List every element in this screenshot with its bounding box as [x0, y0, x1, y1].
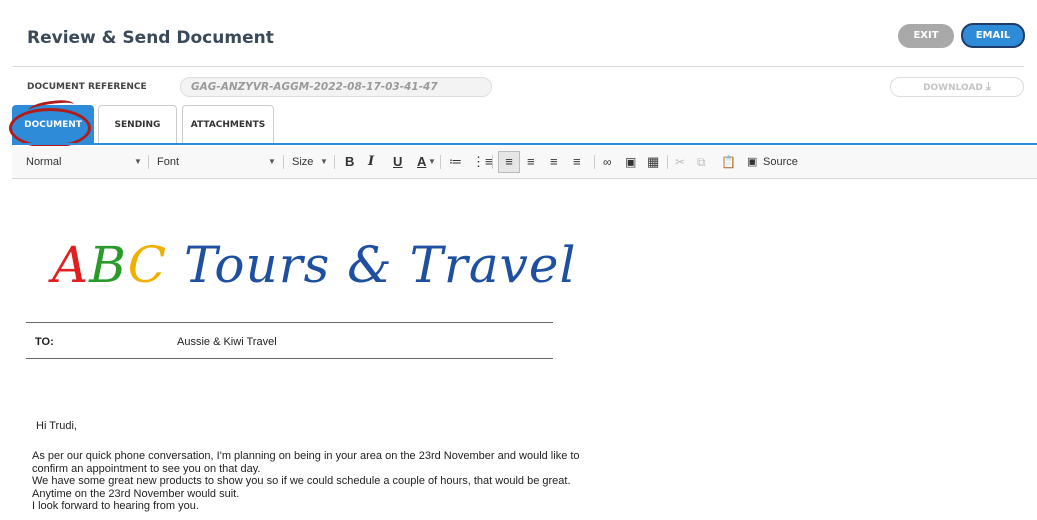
paste-icon[interactable]: 📋 — [721, 146, 736, 178]
email-body[interactable]: As per our quick phone conversation, I'm… — [32, 450, 580, 513]
toolbar-separator — [594, 155, 595, 169]
toolbar-separator — [667, 155, 668, 169]
logo-letter-a: A — [52, 236, 90, 294]
align-justify-icon[interactable]: ≡ — [573, 146, 581, 178]
link-icon[interactable]: ∞ — [603, 146, 612, 178]
body-line: We have some great new products to show … — [32, 475, 571, 487]
toolbar-separator — [148, 155, 149, 169]
document-reference-field: GAG-ANZYVR-AGGM-2022-08-17-03-41-47 — [180, 77, 492, 97]
logo-letter-b: B — [89, 236, 128, 294]
italic-button[interactable]: I — [368, 146, 374, 178]
text-color-button[interactable]: A — [417, 146, 426, 178]
cut-icon[interactable]: ✂ — [675, 146, 685, 178]
body-line: I look forward to hearing from you. — [32, 500, 199, 512]
align-right-icon[interactable]: ≡ — [550, 146, 558, 178]
company-logo: ABC Tours & Travel — [52, 236, 576, 294]
chevron-down-icon[interactable]: ▼ — [134, 146, 142, 178]
download-label: DOWNLOAD — [923, 83, 983, 93]
logo-letter-c: C — [127, 236, 168, 294]
header-divider — [13, 66, 1024, 67]
underline-button[interactable]: U — [393, 146, 402, 178]
image-icon[interactable]: ▣ — [625, 146, 636, 178]
editor-toolbar: Normal ▼ Font ▼ Size ▼ B I U A ▼ ≔ ⋮≡ ≡ … — [12, 146, 1037, 179]
align-center-icon[interactable]: ≡ — [527, 146, 535, 178]
tab-attachments[interactable]: ATTACHMENTS — [182, 105, 274, 144]
to-value: Aussie & Kiwi Travel — [177, 336, 277, 348]
exit-button[interactable]: EXIT — [898, 24, 954, 48]
toolbar-separator — [440, 155, 441, 169]
to-label: TO: — [35, 336, 54, 348]
chevron-down-icon[interactable]: ▼ — [428, 146, 436, 178]
greeting-text[interactable]: Hi Trudi, — [36, 420, 77, 432]
numbered-list-icon[interactable]: ≔ — [449, 146, 462, 178]
document-reference-label: DOCUMENT REFERENCE — [27, 82, 147, 92]
toolbar-separator — [334, 155, 335, 169]
to-divider-bottom — [26, 358, 553, 359]
tab-underline — [12, 143, 1037, 145]
toolbar-separator — [283, 155, 284, 169]
toolbar-separator — [492, 155, 493, 169]
logo-text: Tours & Travel — [167, 236, 577, 294]
bold-button[interactable]: B — [345, 146, 354, 178]
tab-sending[interactable]: SENDING — [98, 105, 177, 144]
email-button[interactable]: EMAIL — [961, 23, 1025, 48]
copy-icon[interactable]: ⧉ — [697, 146, 706, 178]
download-button[interactable]: DOWNLOAD ⤓ — [890, 77, 1024, 97]
bulleted-list-icon[interactable]: ⋮≡ — [472, 146, 493, 178]
size-select[interactable]: Size — [292, 146, 313, 178]
table-icon[interactable]: ▦ — [647, 146, 659, 178]
page-title: Review & Send Document — [27, 28, 274, 48]
font-select[interactable]: Font — [157, 146, 179, 178]
chevron-down-icon[interactable]: ▼ — [320, 146, 328, 178]
source-icon[interactable]: ▣ — [747, 146, 757, 178]
body-line: As per our quick phone conversation, I'm… — [32, 450, 580, 462]
download-icon: ⤓ — [986, 80, 991, 93]
body-line: confirm an appointment to see you on tha… — [32, 462, 261, 475]
format-select[interactable]: Normal — [26, 146, 61, 178]
to-divider-top — [26, 322, 553, 323]
body-line: Anytime on the 23rd November would suit. — [32, 487, 240, 500]
align-left-icon[interactable]: ≡ — [498, 151, 520, 173]
chevron-down-icon[interactable]: ▼ — [268, 146, 276, 178]
source-button[interactable]: Source — [763, 146, 798, 178]
